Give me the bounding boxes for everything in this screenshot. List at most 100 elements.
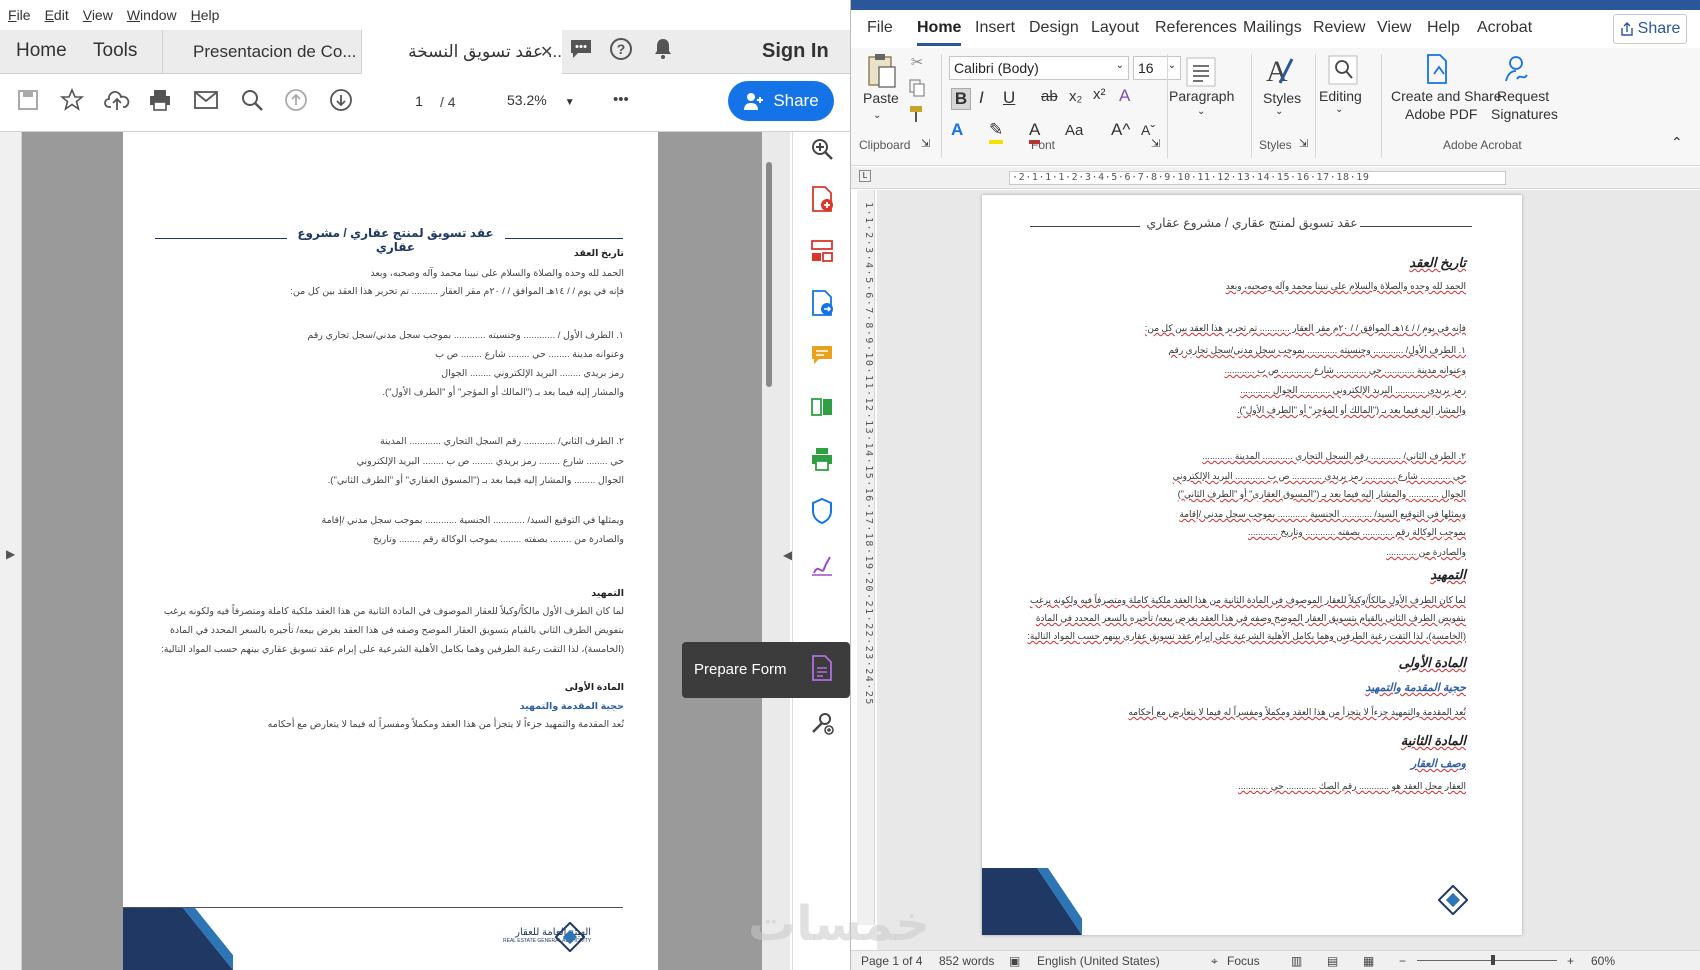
print-layout-icon[interactable]: ▤ <box>1327 954 1338 968</box>
zoom-slider[interactable] <box>1417 960 1557 961</box>
paragraph-icon[interactable] <box>1181 54 1221 90</box>
zoom-slider-thumb[interactable] <box>1491 955 1495 965</box>
styles-icon[interactable]: A <box>1259 52 1299 88</box>
menu-view[interactable]: View <box>83 7 113 23</box>
print-production-icon[interactable] <box>805 442 839 476</box>
dialog-launcher-icon[interactable]: ⇲ <box>1151 137 1160 150</box>
word-page[interactable]: عقد تسويق لمنتج عقاري / مشروع عقاري تاري… <box>982 195 1522 935</box>
request-label[interactable]: Request <box>1497 88 1549 104</box>
page-down-icon[interactable] <box>327 86 355 114</box>
vertical-ruler[interactable]: 1·1·2·3·4·5·6·7·8·9·10·11·12·13·14·15·16… <box>857 190 875 925</box>
chevron-left-icon[interactable]: ◀ <box>783 548 792 562</box>
zoom-level[interactable]: 60% <box>1591 954 1615 968</box>
page-up-icon[interactable] <box>282 86 310 114</box>
cloud-upload-icon[interactable] <box>103 86 131 114</box>
grow-font-icon[interactable]: A^ <box>1111 120 1130 140</box>
create-pdf-icon[interactable] <box>805 182 839 216</box>
collapse-ribbon-icon[interactable]: ⌃ <box>1671 134 1683 151</box>
chevron-down-icon[interactable]: ⌄ <box>1335 104 1343 115</box>
highlight-color-icon[interactable]: ✎ <box>989 120 1004 144</box>
copy-icon[interactable] <box>907 78 927 98</box>
save-icon[interactable] <box>14 86 42 114</box>
ribbon-tab-references[interactable]: References <box>1155 19 1237 37</box>
notification-bell-icon[interactable] <box>650 36 676 62</box>
zoom-in-icon[interactable]: + <box>1567 954 1574 968</box>
help-icon[interactable]: ? <box>608 36 634 62</box>
menu-help[interactable]: Help <box>191 7 220 23</box>
chevron-down-icon[interactable]: ⌄ <box>873 110 881 121</box>
tab-tools[interactable]: Tools <box>93 40 137 62</box>
read-mode-icon[interactable]: ▥ <box>1291 954 1302 968</box>
font-size-select[interactable]: 16 ⌄ <box>1133 56 1181 80</box>
close-tab-icon[interactable]: ✕ <box>540 42 553 62</box>
fill-sign-icon[interactable] <box>805 548 839 582</box>
text-effects-icon[interactable]: A <box>951 120 963 140</box>
language[interactable]: English (United States) <box>1037 954 1160 968</box>
more-tools-icon[interactable]: ••• <box>613 91 629 108</box>
email-icon[interactable] <box>192 86 220 114</box>
left-panel-toggle[interactable]: ▶ <box>0 132 22 970</box>
sign-in-link[interactable]: Sign In <box>762 40 829 63</box>
create-share-label[interactable]: Create and Share <box>1391 88 1502 104</box>
clear-formatting-icon[interactable]: A <box>1119 86 1130 106</box>
ribbon-tab-view[interactable]: View <box>1377 19 1411 37</box>
star-icon[interactable] <box>58 86 86 114</box>
chevron-down-icon[interactable]: ⌄ <box>1275 106 1283 117</box>
horizontal-ruler[interactable]: L ·2·1·1·1·2·3·4·5·6·7·8·9·10·11·12·13·1… <box>851 167 1700 189</box>
editing-label[interactable]: Editing <box>1319 88 1362 104</box>
ribbon-tab-acrobat[interactable]: Acrobat <box>1477 19 1532 37</box>
menu-file[interactable]: File <box>8 7 31 23</box>
superscript-button[interactable]: x² <box>1093 86 1106 103</box>
underline-button[interactable]: U <box>1003 88 1015 108</box>
customize-tools-icon[interactable] <box>805 706 839 740</box>
proofing-icon[interactable]: ▣ <box>1009 954 1020 968</box>
zoom-out-icon[interactable]: − <box>1399 954 1406 968</box>
compare-files-icon[interactable] <box>805 390 839 424</box>
ribbon-tab-mailings[interactable]: Mailings <box>1243 19 1302 37</box>
ribbon-tab-review[interactable]: Review <box>1313 19 1365 37</box>
zoom-in-icon[interactable] <box>805 132 839 166</box>
scroll-thumb[interactable] <box>766 162 772 387</box>
tab-document-contract[interactable]: عقد تسويق النسخة ... <box>362 30 562 75</box>
request-label-2[interactable]: Signatures <box>1491 106 1558 122</box>
ribbon-tab-design[interactable]: Design <box>1029 19 1079 37</box>
focus-mode[interactable]: Focus <box>1227 954 1260 968</box>
ribbon-tab-insert[interactable]: Insert <box>975 19 1015 37</box>
dialog-launcher-icon[interactable]: ⇲ <box>1299 137 1308 150</box>
tab-selector-icon[interactable]: L <box>859 170 871 182</box>
page-count[interactable]: Page 1 of 4 <box>861 954 922 968</box>
italic-button[interactable]: I <box>979 88 984 108</box>
print-icon[interactable] <box>146 86 174 114</box>
search-zoom-icon[interactable] <box>238 86 266 114</box>
word-count[interactable]: 852 words <box>939 954 994 968</box>
web-layout-icon[interactable]: ▦ <box>1363 954 1374 968</box>
editing-search-icon[interactable] <box>1323 52 1363 88</box>
change-case-icon[interactable]: Aa <box>1065 122 1083 139</box>
strikethrough-button[interactable]: ab <box>1041 88 1058 105</box>
paste-label[interactable]: Paste <box>863 90 899 106</box>
ribbon-tab-help[interactable]: Help <box>1427 19 1460 37</box>
styles-label[interactable]: Styles <box>1263 90 1301 106</box>
protect-shield-icon[interactable] <box>805 494 839 528</box>
shrink-font-icon[interactable]: Aˇ <box>1141 122 1155 138</box>
paste-icon[interactable] <box>865 52 899 92</box>
create-pdf-icon[interactable] <box>1421 52 1455 86</box>
format-painter-icon[interactable] <box>907 104 927 124</box>
prepare-form-icon[interactable] <box>810 655 834 686</box>
ribbon-tab-home[interactable]: Home <box>917 19 962 46</box>
bold-button[interactable]: B <box>951 88 971 110</box>
comment-icon[interactable] <box>568 36 594 62</box>
subscript-button[interactable]: x₂ <box>1069 88 1082 105</box>
cut-icon[interactable]: ✂ <box>907 52 927 72</box>
menu-edit[interactable]: Edit <box>45 7 69 23</box>
share-button[interactable]: Share <box>728 81 834 121</box>
focus-icon[interactable]: ⌖ <box>1211 954 1218 969</box>
word-share-button[interactable]: Share <box>1613 14 1687 44</box>
create-share-label-2[interactable]: Adobe PDF <box>1405 106 1477 122</box>
zoom-select[interactable]: 53.2% ▼ <box>507 92 587 114</box>
tab-document-presentacion[interactable]: Presentacion de Co... <box>162 30 362 74</box>
page-number-input[interactable]: 1 <box>405 92 433 114</box>
chevron-down-icon[interactable]: ⌄ <box>1197 106 1205 117</box>
request-signatures-icon[interactable] <box>1501 52 1535 86</box>
tab-home[interactable]: Home <box>16 40 67 62</box>
